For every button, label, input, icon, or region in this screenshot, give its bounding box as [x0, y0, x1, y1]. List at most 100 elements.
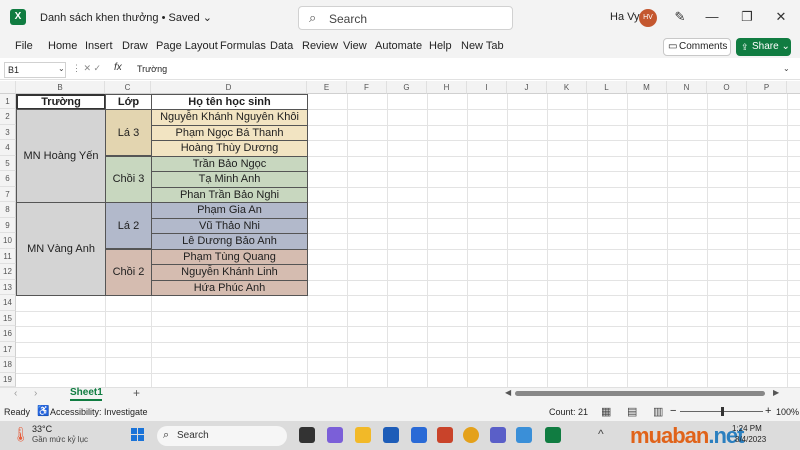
- select-all-corner[interactable]: [0, 81, 16, 94]
- class-cell[interactable]: Chồi 2: [105, 248, 152, 296]
- student-cell[interactable]: Hoàng Thùy Dương: [151, 140, 308, 157]
- table-header-class[interactable]: Lớp: [105, 94, 152, 110]
- row-header[interactable]: 12: [0, 264, 16, 280]
- row-header[interactable]: 2: [0, 109, 16, 125]
- zoom-in-icon[interactable]: +: [765, 405, 771, 417]
- student-cell[interactable]: Trần Bảo Ngọc: [151, 155, 308, 172]
- student-cell[interactable]: Tạ Minh Anh: [151, 171, 308, 188]
- menu-automate[interactable]: Automate: [375, 40, 422, 52]
- student-cell[interactable]: Phạm Gia An: [151, 202, 308, 219]
- row-header[interactable]: 7: [0, 186, 16, 202]
- student-cell[interactable]: Nguyễn Khánh Linh: [151, 264, 308, 281]
- row-header[interactable]: 6: [0, 171, 16, 187]
- table-header-school[interactable]: Trường: [16, 94, 106, 110]
- student-cell[interactable]: Vũ Thảo Nhi: [151, 217, 308, 234]
- clock-date[interactable]: 8/4/2023: [735, 435, 766, 444]
- task-view-icon[interactable]: [299, 427, 315, 443]
- row-header[interactable]: 17: [0, 341, 16, 357]
- teams-icon[interactable]: [490, 427, 506, 443]
- column-header[interactable]: L: [587, 81, 627, 94]
- horizontal-scrollbar[interactable]: [515, 391, 765, 396]
- column-header[interactable]: O: [707, 81, 747, 94]
- column-header[interactable]: F: [347, 81, 387, 94]
- share-button[interactable]: ⇪ Share ⌄: [736, 38, 791, 56]
- weather-temp[interactable]: 33°C: [32, 424, 52, 434]
- taskbar-search[interactable]: ⌕ Search: [157, 426, 287, 446]
- accessibility-status[interactable]: Accessibility: Investigate: [50, 407, 148, 417]
- row-header[interactable]: 4: [0, 140, 16, 156]
- search-input[interactable]: ⌕ Search: [298, 6, 513, 30]
- page-layout-view-icon[interactable]: ▤: [627, 405, 637, 418]
- menu-insert[interactable]: Insert: [85, 40, 113, 52]
- name-box[interactable]: B1: [4, 62, 66, 78]
- menu-view[interactable]: View: [343, 40, 367, 52]
- column-header[interactable]: D: [151, 81, 307, 94]
- menu-draw[interactable]: Draw: [122, 40, 148, 52]
- class-cell[interactable]: Chồi 3: [105, 155, 152, 203]
- row-header[interactable]: 11: [0, 248, 16, 264]
- column-header[interactable]: H: [427, 81, 467, 94]
- column-header[interactable]: J: [507, 81, 547, 94]
- row-header[interactable]: 10: [0, 233, 16, 249]
- thermometer-icon[interactable]: 🌡: [12, 426, 30, 443]
- student-cell[interactable]: Hứa Phúc Anh: [151, 279, 308, 296]
- student-cell[interactable]: Phạm Tùng Quang: [151, 248, 308, 265]
- column-header[interactable]: B: [16, 81, 105, 94]
- class-cell[interactable]: Lá 2: [105, 202, 152, 249]
- student-cell[interactable]: Nguyễn Khánh Nguyên Khôi: [151, 109, 308, 126]
- student-cell[interactable]: Lê Dương Bảo Anh: [151, 233, 308, 250]
- menu-data[interactable]: Data: [270, 40, 293, 52]
- add-sheet-icon[interactable]: +: [133, 386, 140, 400]
- menu-file[interactable]: File: [15, 40, 33, 52]
- formula-input[interactable]: Trường: [137, 64, 167, 74]
- zoom-slider-thumb[interactable]: [721, 407, 724, 416]
- restore-icon[interactable]: ❐: [740, 9, 754, 25]
- scroll-left-icon[interactable]: ◀: [505, 388, 511, 397]
- prev-sheet-icon[interactable]: ‹: [14, 388, 17, 399]
- scroll-right-icon[interactable]: ▶: [773, 388, 779, 397]
- chrome-icon[interactable]: [463, 427, 479, 443]
- excel-logo-icon[interactable]: X: [10, 9, 26, 25]
- student-cell[interactable]: Phan Trần Bảo Nghi: [151, 186, 308, 203]
- windows-start-icon[interactable]: [131, 428, 145, 442]
- teams-chat-icon[interactable]: [327, 427, 343, 443]
- row-header[interactable]: 15: [0, 310, 16, 326]
- page-break-view-icon[interactable]: ▥: [653, 405, 663, 418]
- word-icon[interactable]: [383, 427, 399, 443]
- column-header[interactable]: G: [387, 81, 427, 94]
- worksheet-grid[interactable]: B C D E F G H I J K L M N O P 1 2 3 4 5 …: [0, 81, 800, 387]
- row-header[interactable]: 9: [0, 217, 16, 233]
- next-sheet-icon[interactable]: ›: [34, 388, 37, 399]
- chevron-down-icon[interactable]: ⌄: [58, 64, 65, 73]
- student-cell[interactable]: Phạm Ngọc Bá Thanh: [151, 124, 308, 141]
- row-header[interactable]: 1: [0, 94, 16, 109]
- row-header[interactable]: 14: [0, 295, 16, 311]
- column-header[interactable]: P: [747, 81, 787, 94]
- table-header-name[interactable]: Họ tên học sinh: [151, 94, 308, 110]
- zoom-level[interactable]: 100%: [776, 407, 799, 417]
- powerpoint-icon[interactable]: [437, 427, 453, 443]
- column-header[interactable]: M: [627, 81, 667, 94]
- row-header[interactable]: 5: [0, 155, 16, 171]
- zoom-out-icon[interactable]: −: [670, 405, 676, 417]
- row-header[interactable]: 3: [0, 124, 16, 140]
- row-header[interactable]: 18: [0, 357, 16, 373]
- class-cell[interactable]: Lá 3: [105, 109, 152, 156]
- outlook-icon[interactable]: [411, 427, 427, 443]
- accessibility-icon[interactable]: ♿: [37, 406, 49, 417]
- avatar[interactable]: HV: [639, 9, 657, 27]
- column-header[interactable]: N: [667, 81, 707, 94]
- row-header[interactable]: 13: [0, 279, 16, 295]
- file-explorer-icon[interactable]: [355, 427, 371, 443]
- row-header[interactable]: 8: [0, 202, 16, 218]
- minimize-icon[interactable]: —: [705, 9, 719, 25]
- clock-time[interactable]: 1:24 PM: [732, 424, 762, 433]
- school-cell[interactable]: MN Hoàng Yến: [16, 109, 106, 203]
- excel-taskbar-icon[interactable]: [545, 427, 561, 443]
- edge-icon[interactable]: [516, 427, 532, 443]
- menu-new-tab[interactable]: New Tab: [461, 40, 504, 52]
- row-header[interactable]: 19: [0, 372, 16, 387]
- menu-home[interactable]: Home: [48, 40, 77, 52]
- close-icon[interactable]: ✕: [774, 9, 788, 25]
- document-title[interactable]: Danh sách khen thưởng • Saved ⌄: [40, 11, 212, 24]
